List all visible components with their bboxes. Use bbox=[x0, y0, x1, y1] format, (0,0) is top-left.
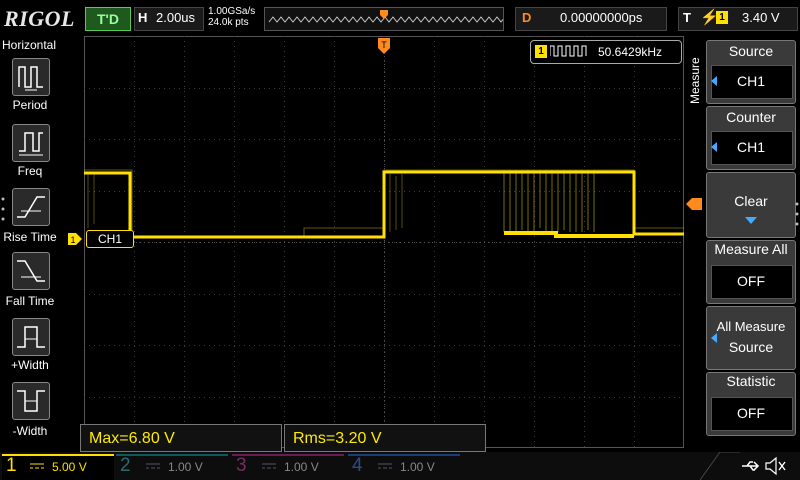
fall-time-button[interactable] bbox=[12, 252, 50, 290]
left-arrow-icon bbox=[711, 76, 717, 86]
trigger-position-marker: T bbox=[378, 38, 390, 54]
dc-coupling-icon bbox=[30, 463, 44, 469]
measure-all-value: OFF bbox=[737, 273, 765, 289]
statistic-softkey[interactable]: Statistic OFF bbox=[706, 372, 796, 436]
counter-source-value: CH1 bbox=[736, 139, 765, 155]
square-wave-icon bbox=[550, 45, 587, 57]
ch1-scale: 5.00 V bbox=[52, 460, 87, 474]
counter-title: Counter bbox=[726, 109, 776, 125]
measure-all-title: Measure All bbox=[714, 241, 788, 257]
statistic-value: OFF bbox=[737, 405, 765, 421]
left-menu-title: Horizontal bbox=[2, 38, 57, 52]
timebase-value: 2.00us bbox=[156, 10, 196, 25]
period-icon bbox=[18, 66, 43, 91]
usb-icon bbox=[742, 461, 760, 471]
statistic-title: Statistic bbox=[726, 373, 776, 389]
negative-width-icon bbox=[17, 390, 45, 412]
rise-time-label: Rise Time bbox=[3, 230, 57, 244]
negative-width-label: -Width bbox=[12, 424, 48, 438]
delay-value: 0.00000000ps bbox=[560, 10, 643, 25]
graticule bbox=[84, 36, 684, 448]
rise-time-icon bbox=[17, 196, 45, 218]
right-page-indicator-dots bbox=[795, 202, 799, 226]
measure-all-softkey[interactable]: Measure All OFF bbox=[706, 240, 796, 304]
ch1-waveform bbox=[84, 169, 684, 239]
ch1-ground-marker[interactable]: 1 bbox=[68, 233, 82, 245]
trigger-status-badge: T'D bbox=[85, 7, 131, 31]
delay-label: D bbox=[522, 10, 532, 25]
waveform-display[interactable] bbox=[84, 36, 684, 448]
all-measure-source-softkey[interactable]: All Measure Source bbox=[706, 306, 796, 370]
all-measure-source-title-line1: All Measure bbox=[716, 319, 786, 334]
svg-text:1: 1 bbox=[70, 235, 75, 245]
speaker-mute-icon bbox=[765, 456, 786, 476]
sample-rate: 1.00GSa/s bbox=[208, 6, 256, 17]
frequency-label: Freq bbox=[17, 164, 43, 178]
frequency-icon bbox=[19, 132, 43, 156]
ch3-number: 3 bbox=[236, 455, 247, 476]
measurement-max: Max=6.80 V bbox=[80, 424, 282, 452]
all-measure-source-title-line2: Source bbox=[728, 339, 774, 355]
ch1-trace-label: CH1 bbox=[86, 230, 134, 248]
dc-coupling-icon bbox=[378, 463, 392, 469]
rigol-logo: RIGOL bbox=[4, 6, 75, 31]
ch4-scale: 1.00 V bbox=[400, 460, 435, 474]
status-bar-divider-icon bbox=[700, 452, 740, 480]
counter-channel-badge: 1 bbox=[535, 45, 547, 58]
frequency-button[interactable] bbox=[12, 124, 50, 162]
left-arrow-icon bbox=[711, 333, 717, 343]
negative-width-button[interactable] bbox=[12, 382, 50, 420]
svg-text:T: T bbox=[381, 40, 387, 50]
trigger-level-marker bbox=[686, 198, 702, 210]
trigger-label: T bbox=[683, 10, 691, 25]
period-label: Period bbox=[12, 98, 48, 112]
down-arrow-icon bbox=[745, 217, 757, 224]
counter-softkey[interactable]: Counter CH1 bbox=[706, 106, 796, 170]
ch4-number: 4 bbox=[352, 455, 363, 476]
source-title: Source bbox=[728, 43, 774, 59]
fall-time-icon bbox=[17, 260, 45, 282]
ch3-scale: 1.00 V bbox=[284, 460, 319, 474]
dc-coupling-icon bbox=[262, 463, 276, 469]
trigger-channel-badge: 1 bbox=[716, 11, 728, 24]
positive-width-label: +Width bbox=[11, 358, 49, 372]
clear-softkey[interactable]: Clear bbox=[706, 172, 796, 238]
period-button[interactable] bbox=[12, 58, 50, 96]
memory-depth: 24.0k pts bbox=[208, 17, 249, 28]
ch2-scale: 1.00 V bbox=[168, 460, 203, 474]
memory-waveform-icon bbox=[268, 10, 518, 23]
dc-coupling-icon bbox=[146, 463, 160, 469]
horizontal-label: H bbox=[138, 10, 148, 25]
left-arrow-icon bbox=[711, 142, 717, 152]
trigger-level: 3.40 V bbox=[742, 10, 780, 25]
positive-width-icon bbox=[17, 326, 45, 348]
counter-value: 50.6429kHz bbox=[598, 45, 663, 59]
source-softkey[interactable]: Source CH1 bbox=[706, 40, 796, 104]
rise-time-button[interactable] bbox=[12, 188, 50, 226]
ch1-number: 1 bbox=[6, 455, 17, 476]
memory-overview-strip bbox=[264, 7, 518, 31]
trigger-settings-box[interactable] bbox=[678, 7, 798, 31]
fall-time-label: Fall Time bbox=[5, 294, 55, 308]
source-value: CH1 bbox=[736, 73, 765, 89]
page-indicator-dots bbox=[1, 197, 5, 221]
ch2-number: 2 bbox=[120, 455, 131, 476]
positive-width-button[interactable] bbox=[12, 318, 50, 356]
measurement-rms: Rms=3.20 V bbox=[284, 424, 486, 452]
clear-title: Clear bbox=[734, 193, 768, 209]
measure-menu-title: Measure bbox=[688, 57, 702, 104]
